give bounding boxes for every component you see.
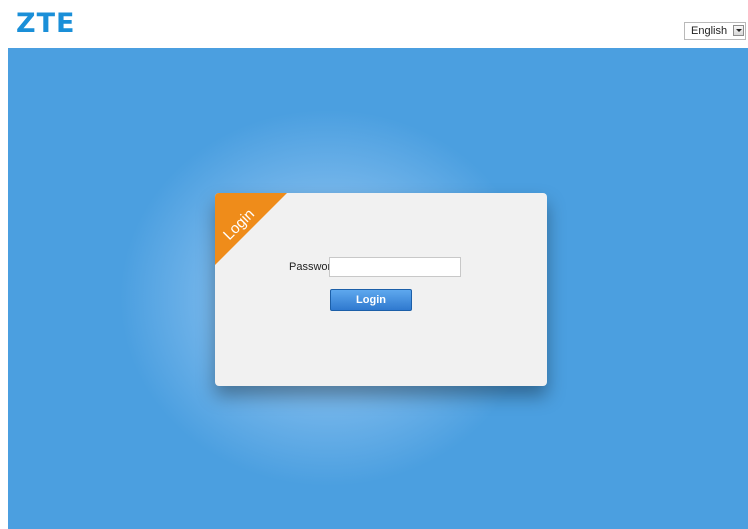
language-select-value: English — [691, 25, 728, 37]
login-button[interactable]: Login — [330, 289, 412, 311]
password-input[interactable] — [329, 257, 461, 277]
header: ZTE English — [0, 0, 748, 48]
chevron-down-icon[interactable] — [733, 25, 744, 36]
login-background: Login Password Login — [8, 48, 748, 529]
login-panel: Login Password Login — [215, 193, 547, 386]
zte-logo: ZTE — [16, 8, 76, 39]
language-select[interactable]: English — [684, 22, 746, 40]
